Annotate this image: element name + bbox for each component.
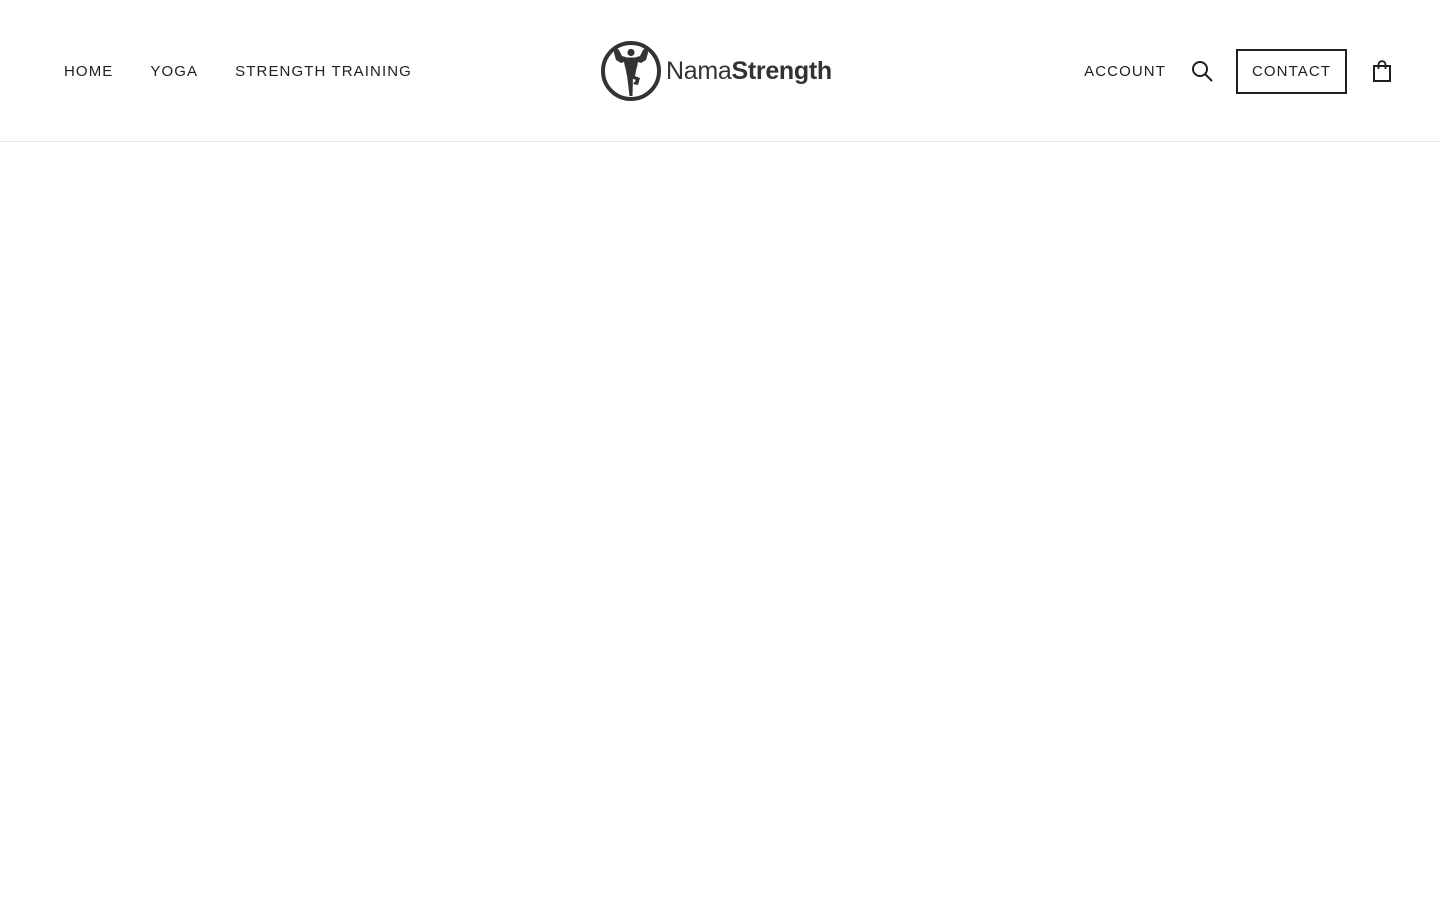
nav-link-strength-training[interactable]: STRENGTH TRAINING	[235, 64, 412, 79]
logo-word-nama: Nama	[666, 56, 732, 85]
search-button[interactable]	[1190, 59, 1214, 83]
cart-button[interactable]	[1370, 59, 1394, 83]
nav-link-home[interactable]: HOME	[64, 64, 113, 79]
primary-nav: HOME YOGA STRENGTH TRAINING	[64, 0, 449, 142]
secondary-nav: ACCOUNT CONTACT	[1084, 0, 1394, 142]
site-header: HOME YOGA STRENGTH TRAINING NamaStrength…	[0, 0, 1440, 142]
logo-wordmark: NamaStrength	[666, 56, 833, 85]
shopping-bag-icon	[1373, 60, 1391, 82]
search-icon	[1192, 61, 1213, 82]
site-logo[interactable]: NamaStrength	[600, 40, 842, 102]
logo-word-strength: Strength	[731, 56, 833, 85]
nav-link-yoga[interactable]: YOGA	[150, 64, 198, 79]
main-content	[0, 142, 1440, 899]
contact-button[interactable]: CONTACT	[1236, 48, 1347, 94]
account-link[interactable]: ACCOUNT	[1084, 64, 1166, 79]
muscle-figure-logo-icon	[601, 41, 661, 101]
